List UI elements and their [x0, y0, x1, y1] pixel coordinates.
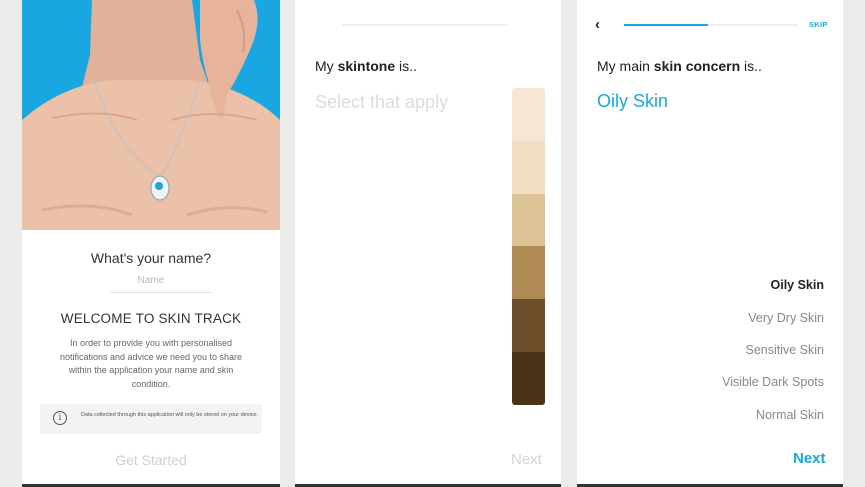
- skintone-swatch[interactable]: [512, 299, 545, 352]
- skintone-palette[interactable]: [512, 88, 545, 405]
- data-notice-text: Data collected through this application …: [81, 412, 259, 418]
- welcome-screen: What's your name? Name WELCOME TO SKIN T…: [22, 0, 280, 487]
- concern-option-normal-skin[interactable]: Normal Skin: [756, 408, 824, 422]
- skintone-swatch[interactable]: [512, 140, 545, 194]
- concern-option-very-dry-skin[interactable]: Very Dry Skin: [748, 311, 824, 325]
- hero-image: [22, 0, 280, 230]
- data-notice: i Data collected through this applicatio…: [40, 404, 262, 434]
- progress-bar: [624, 24, 708, 26]
- concern-option-visible-dark-spots[interactable]: Visible Dark Spots: [722, 375, 824, 389]
- progress-track: [342, 24, 508, 26]
- skip-button[interactable]: SKIP: [809, 20, 828, 29]
- skintone-screen: My skintone is.. Select that apply Next: [295, 0, 561, 487]
- name-question: What's your name?: [90, 250, 212, 266]
- next-button[interactable]: Next: [511, 451, 542, 468]
- model-with-pendant-illustration: [22, 0, 280, 230]
- get-started-button[interactable]: Get Started: [22, 452, 280, 468]
- skintone-swatch[interactable]: [512, 246, 545, 300]
- welcome-description: In order to provide you with personalise…: [59, 338, 243, 389]
- concern-option-oily-skin[interactable]: Oily Skin: [771, 278, 825, 292]
- skintone-swatch[interactable]: [512, 88, 545, 141]
- skintone-heading: My skintone is..: [315, 58, 417, 74]
- next-button[interactable]: Next: [793, 450, 826, 467]
- concern-option-sensitive-skin[interactable]: Sensitive Skin: [745, 343, 824, 357]
- skintone-subheading: Select that apply: [315, 92, 449, 112]
- chevron-left-icon[interactable]: ‹: [595, 16, 600, 33]
- welcome-title: WELCOME TO SKIN TRACK: [60, 311, 242, 326]
- skintone-swatch[interactable]: [512, 351, 545, 405]
- selected-concern: Oily Skin: [597, 91, 669, 111]
- skin-concern-screen: ‹ SKIP My main skin concern is.. Oily Sk…: [577, 0, 843, 487]
- skin-concern-heading: My main skin concern is..: [597, 58, 762, 74]
- info-icon: i: [53, 411, 67, 425]
- name-input[interactable]: Name: [22, 275, 280, 286]
- name-input-underline: [110, 292, 212, 293]
- skintone-swatch[interactable]: [512, 193, 545, 247]
